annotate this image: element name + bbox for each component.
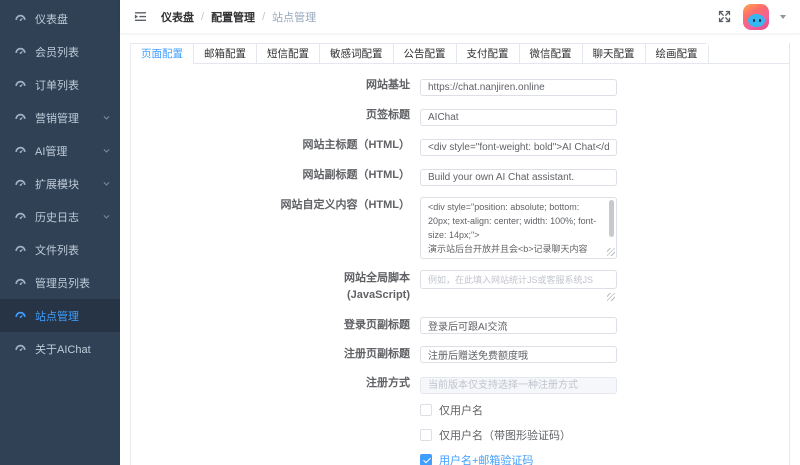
register-options-group: 仅用户名 仅用户名（带图形验证码） 用户名+ xyxy=(420,402,789,465)
custom-content-textarea[interactable]: <div style="position: absolute; bottom: … xyxy=(420,197,617,259)
tab-sms-config[interactable]: 短信配置 xyxy=(256,44,319,64)
global-script-label: 网站全局脚本 (JavaScript) xyxy=(131,270,420,304)
sidebar-item-label: 管理员列表 xyxy=(35,275,90,291)
sidebar-item-history-logs[interactable]: 历史日志 xyxy=(0,200,120,233)
chevron-down-icon xyxy=(102,212,111,221)
sidebar-item-label: 历史日志 xyxy=(35,209,79,225)
tab-chat-config[interactable]: 聊天配置 xyxy=(582,44,645,64)
tab-email-config[interactable]: 邮箱配置 xyxy=(193,44,256,64)
sub-title-label: 网站副标题（HTML） xyxy=(131,167,420,186)
gauge-icon xyxy=(14,210,27,223)
gauge-icon xyxy=(14,243,27,256)
gauge-icon xyxy=(14,12,27,25)
tab-sensitive-words-config[interactable]: 敏感词配置 xyxy=(319,44,393,64)
sidebar-item-admins[interactable]: 管理员列表 xyxy=(0,266,120,299)
breadcrumb-separator: / xyxy=(262,11,265,23)
tab-payment-config[interactable]: 支付配置 xyxy=(456,44,519,64)
checkbox-username-email-code[interactable]: 用户名+邮箱验证码 xyxy=(420,452,533,465)
register-mode-label: 注册方式 xyxy=(131,375,420,394)
site-url-input[interactable] xyxy=(420,79,617,96)
sidebar-item-marketing[interactable]: 营销管理 xyxy=(0,101,120,134)
gauge-icon xyxy=(14,45,27,58)
gauge-icon xyxy=(14,177,27,190)
textarea-scrollbar[interactable] xyxy=(609,200,614,237)
main-area: 仪表盘 / 配置管理 / 站点管理 页面配置 邮箱配置 xyxy=(120,0,800,465)
breadcrumb: 仪表盘 / 配置管理 / 站点管理 xyxy=(161,9,316,25)
tab-title-input[interactable] xyxy=(420,109,617,126)
sidebar-item-label: 站点管理 xyxy=(35,308,79,324)
gauge-icon xyxy=(14,78,27,91)
main-title-label: 网站主标题（HTML） xyxy=(131,137,420,156)
sidebar-item-label: 关于AIChat xyxy=(35,341,91,357)
hamburger-icon[interactable] xyxy=(133,9,148,24)
sidebar-item-members[interactable]: 会员列表 xyxy=(0,35,120,68)
checkbox-username-only[interactable]: 仅用户名 xyxy=(420,402,483,418)
sidebar-item-label: 会员列表 xyxy=(35,44,79,60)
login-subtitle-input[interactable] xyxy=(420,317,617,334)
register-subtitle-input[interactable] xyxy=(420,346,617,363)
custom-content-label: 网站自定义内容（HTML） xyxy=(131,197,420,259)
sidebar: 仪表盘 会员列表 订单列表 营销管理 AI管理 扩展模块 历史日志 xyxy=(0,0,120,465)
sub-title-input[interactable] xyxy=(420,169,617,186)
gauge-icon xyxy=(14,342,27,355)
login-subtitle-label: 登录页副标题 xyxy=(131,317,420,335)
chevron-down-icon xyxy=(102,179,111,188)
tab-bar: 页面配置 邮箱配置 短信配置 敏感词配置 公告配置 支付配置 微信配置 聊天配置… xyxy=(131,43,789,64)
sidebar-item-label: 扩展模块 xyxy=(35,176,79,192)
checkbox-username-captcha[interactable]: 仅用户名（带图形验证码） xyxy=(420,427,571,443)
tab-nav: 页面配置 邮箱配置 短信配置 敏感词配置 公告配置 支付配置 微信配置 聊天配置… xyxy=(131,43,709,64)
register-mode-input xyxy=(420,377,617,394)
sidebar-item-about[interactable]: 关于AIChat xyxy=(0,332,120,365)
tab-page-config[interactable]: 页面配置 xyxy=(131,44,193,64)
breadcrumb-separator: / xyxy=(201,11,204,23)
sidebar-item-dashboard[interactable]: 仪表盘 xyxy=(0,2,120,35)
avatar[interactable] xyxy=(743,4,769,30)
topbar: 仪表盘 / 配置管理 / 站点管理 xyxy=(120,0,800,33)
sidebar-item-extensions[interactable]: 扩展模块 xyxy=(0,167,120,200)
site-url-label: 网站基址 xyxy=(131,77,420,96)
topbar-right xyxy=(717,4,786,30)
breadcrumb-dashboard[interactable]: 仪表盘 xyxy=(161,9,194,25)
register-subtitle-label: 注册页副标题 xyxy=(131,346,420,364)
page-config-form: 网站基址 页签标题 网站主标题（HTML） 网站副标题（HTML） xyxy=(131,64,789,465)
checkbox-icon xyxy=(420,429,432,441)
sidebar-item-label: 订单列表 xyxy=(35,77,79,93)
sidebar-item-orders[interactable]: 订单列表 xyxy=(0,68,120,101)
main-title-input[interactable] xyxy=(420,139,617,156)
sidebar-item-site-management[interactable]: 站点管理 xyxy=(0,299,120,332)
content: 页面配置 邮箱配置 短信配置 敏感词配置 公告配置 支付配置 微信配置 聊天配置… xyxy=(120,33,800,465)
sidebar-item-label: 仪表盘 xyxy=(35,11,68,27)
gauge-icon xyxy=(14,309,27,322)
gauge-icon xyxy=(14,276,27,289)
caret-down-icon[interactable] xyxy=(780,15,786,19)
tab-title-label: 页签标题 xyxy=(131,107,420,126)
breadcrumb-site-management: 站点管理 xyxy=(272,9,316,25)
checkbox-icon xyxy=(420,404,432,416)
sidebar-item-label: 营销管理 xyxy=(35,110,79,126)
sidebar-item-files[interactable]: 文件列表 xyxy=(0,233,120,266)
sidebar-item-label: AI管理 xyxy=(35,143,67,159)
tab-announcement-config[interactable]: 公告配置 xyxy=(393,44,456,64)
chevron-down-icon xyxy=(102,113,111,122)
breadcrumb-config-management[interactable]: 配置管理 xyxy=(211,9,255,25)
tab-drawing-config[interactable]: 绘画配置 xyxy=(645,44,708,64)
app-root: 仪表盘 会员列表 订单列表 营销管理 AI管理 扩展模块 历史日志 xyxy=(0,0,800,465)
resize-handle-icon[interactable] xyxy=(607,293,615,301)
gauge-icon xyxy=(14,111,27,124)
sidebar-item-ai-management[interactable]: AI管理 xyxy=(0,134,120,167)
settings-card: 页面配置 邮箱配置 短信配置 敏感词配置 公告配置 支付配置 微信配置 聊天配置… xyxy=(130,43,790,465)
tab-wechat-config[interactable]: 微信配置 xyxy=(519,44,582,64)
global-script-textarea[interactable] xyxy=(420,270,617,289)
checkbox-checked-icon xyxy=(420,454,432,465)
chevron-down-icon xyxy=(102,146,111,155)
gauge-icon xyxy=(14,144,27,157)
sidebar-item-label: 文件列表 xyxy=(35,242,79,258)
fullscreen-icon[interactable] xyxy=(717,9,732,24)
resize-handle-icon[interactable] xyxy=(607,248,615,256)
